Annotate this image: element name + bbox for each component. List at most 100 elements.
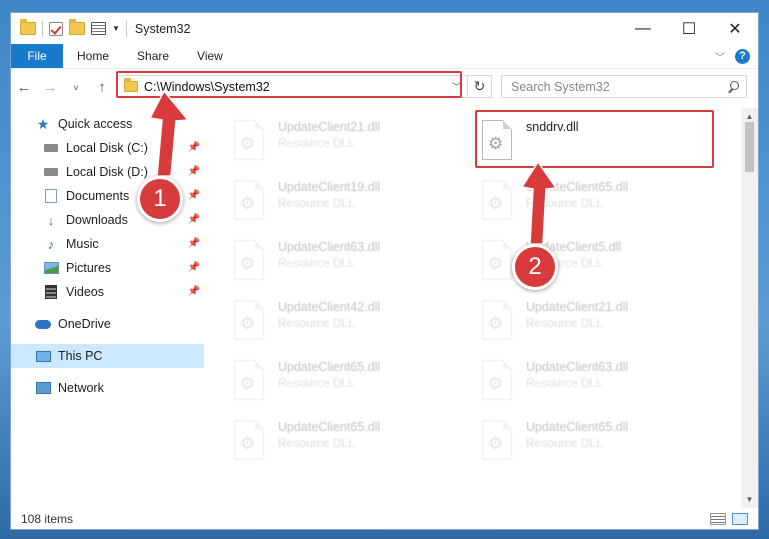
quick-access-toolbar: ▼ xyxy=(11,19,127,37)
step-1-badge: 1 xyxy=(137,176,183,222)
sidebar-item-local-disk-c[interactable]: Local Disk (C:) 📌 xyxy=(11,136,204,160)
sidebar-item-onedrive[interactable]: OneDrive xyxy=(11,312,204,336)
refresh-button[interactable]: ↻ xyxy=(468,75,492,98)
dll-file-icon: ⚙ xyxy=(480,300,516,342)
dll-file-icon: ⚙ xyxy=(480,360,516,402)
maximize-button[interactable]: ☐ xyxy=(666,13,712,44)
new-folder-icon[interactable] xyxy=(69,19,85,35)
navigation-pane: ★ Quick access Local Disk (C:) 📌 Local D… xyxy=(11,108,204,508)
downloads-icon: ↓ xyxy=(47,212,55,228)
sidebar-item-videos[interactable]: Videos 📌 xyxy=(11,280,204,304)
onedrive-icon xyxy=(35,316,51,332)
file-item[interactable]: ⚙ UpdateClient42.dll Resource DLL xyxy=(228,294,468,352)
file-list: ⚙ UpdateClient21.dll Resource DLL ⚙ snddr… xyxy=(208,108,740,508)
sidebar-item-local-disk-d[interactable]: Local Disk (D:) 📌 xyxy=(11,160,204,184)
sidebar-item-this-pc[interactable]: This PC xyxy=(11,344,204,368)
videos-icon xyxy=(43,284,59,300)
search-placeholder: Search System32 xyxy=(511,79,610,94)
file-description: Resource DLL xyxy=(278,256,355,270)
file-name: UpdateClient21.dll xyxy=(526,300,629,314)
dll-file-icon: ⚙ xyxy=(232,360,268,402)
file-item[interactable]: ⚙ UpdateClient65.dll Resource DLL xyxy=(476,414,716,472)
properties-check-icon[interactable] xyxy=(49,21,63,36)
sidebar-item-label: Downloads xyxy=(66,213,128,227)
pin-icon[interactable]: 📌 xyxy=(188,262,200,273)
help-icon[interactable]: ? xyxy=(735,48,750,64)
address-bar-highlight xyxy=(116,71,462,98)
pin-icon[interactable]: 📌 xyxy=(188,142,200,153)
tiles-view-icon[interactable] xyxy=(732,513,748,525)
sidebar-item-pictures[interactable]: Pictures 📌 xyxy=(11,256,204,280)
details-view-icon[interactable] xyxy=(710,513,726,525)
recent-locations-chevron-icon[interactable]: ˅ xyxy=(63,83,89,93)
file-name: UpdateClient65.dll xyxy=(526,420,629,434)
sidebar-item-music[interactable]: ♪ Music 📌 xyxy=(11,232,204,256)
sidebar-item-label: OneDrive xyxy=(58,317,111,331)
search-icon[interactable] xyxy=(727,80,739,93)
dll-file-icon: ⚙ xyxy=(232,240,268,282)
customize-toolbar-arrow-icon[interactable]: ▼ xyxy=(112,24,120,33)
file-item[interactable]: ⚙ UpdateClient65.dll Resource DLL xyxy=(228,354,468,412)
documents-icon xyxy=(43,188,59,204)
tab-home[interactable]: Home xyxy=(63,49,123,63)
dll-file-icon: ⚙ xyxy=(232,420,268,462)
properties-icon[interactable] xyxy=(91,22,106,35)
pin-icon[interactable]: 📌 xyxy=(188,286,200,297)
forward-arrow-icon[interactable]: → xyxy=(37,79,63,96)
scroll-thumb[interactable] xyxy=(745,122,754,172)
expand-ribbon-chevron-icon[interactable]: ﹀ xyxy=(715,49,725,64)
pin-icon[interactable]: 📌 xyxy=(188,238,200,249)
dll-file-icon: ⚙ xyxy=(480,420,516,462)
music-icon: ♪ xyxy=(47,236,55,252)
star-icon: ★ xyxy=(36,115,50,132)
tab-view[interactable]: View xyxy=(183,49,237,63)
item-count: 108 items xyxy=(21,512,74,526)
file-description: Resource DLL xyxy=(278,136,355,150)
sidebar-item-label: Network xyxy=(58,381,104,395)
scroll-down-arrow-icon[interactable]: ▼ xyxy=(741,491,758,508)
sidebar-item-network[interactable]: Network xyxy=(11,376,204,400)
ribbon-right: ﹀ ? xyxy=(715,48,758,64)
file-description: Resource DLL xyxy=(278,376,355,390)
file-item[interactable]: ⚙ UpdateClient63.dll Resource DLL xyxy=(476,354,716,412)
back-arrow-icon[interactable]: ← xyxy=(11,79,37,96)
tab-share[interactable]: Share xyxy=(123,49,183,63)
sidebar-item-label: Videos xyxy=(66,285,104,299)
file-item[interactable]: ⚙ UpdateClient65.dll Resource DLL xyxy=(476,174,716,232)
tab-file[interactable]: File xyxy=(11,44,63,68)
pin-icon[interactable]: 📌 xyxy=(188,214,200,225)
step-2-badge: 2 xyxy=(512,244,558,290)
close-button[interactable]: ✕ xyxy=(712,13,758,44)
sidebar-item-label: This PC xyxy=(58,349,103,363)
file-item[interactable]: ⚙ UpdateClient63.dll Resource DLL xyxy=(228,234,468,292)
pin-icon[interactable]: 📌 xyxy=(188,190,200,201)
file-item[interactable]: ⚙ UpdateClient21.dll Resource DLL xyxy=(228,114,468,172)
vertical-scrollbar[interactable]: ▲ ▼ xyxy=(741,108,758,508)
up-arrow-icon[interactable]: ↑ xyxy=(89,79,115,96)
sidebar-item-label: Pictures xyxy=(66,261,112,275)
this-pc-icon xyxy=(35,348,51,364)
sidebar-item-label: Local Disk (C:) xyxy=(66,141,148,155)
window-controls: — ☐ ✕ xyxy=(620,13,758,44)
search-input[interactable]: Search System32 xyxy=(501,75,747,98)
file-item[interactable]: ⚙ UpdateClient65.dll Resource DLL xyxy=(228,414,468,472)
sidebar-item-label: Documents xyxy=(66,189,130,203)
file-description: Resource DLL xyxy=(526,196,603,210)
pin-icon[interactable]: 📌 xyxy=(188,166,200,177)
file-item[interactable]: ⚙ UpdateClient19.dll Resource DLL xyxy=(228,174,468,232)
sidebar-item-label: Music xyxy=(66,237,99,251)
dll-file-icon: ⚙ xyxy=(480,180,516,222)
file-description: Resource DLL xyxy=(526,376,603,390)
status-bar: 108 items xyxy=(11,508,758,529)
file-name: UpdateClient63.dll xyxy=(526,360,629,374)
file-description: Resource DLL xyxy=(526,316,603,330)
file-description: Resource DLL xyxy=(278,316,355,330)
network-icon xyxy=(35,380,51,396)
sidebar-item-quick-access[interactable]: ★ Quick access xyxy=(11,112,204,136)
divider xyxy=(125,20,127,37)
ribbon-tabs: File Home Share View ﹀ ? xyxy=(11,44,758,68)
file-name: UpdateClient42.dll xyxy=(278,300,381,314)
minimize-button[interactable]: — xyxy=(620,13,666,44)
file-item[interactable]: ⚙ UpdateClient21.dll Resource DLL xyxy=(476,294,716,352)
file-description: Resource DLL xyxy=(278,436,355,450)
